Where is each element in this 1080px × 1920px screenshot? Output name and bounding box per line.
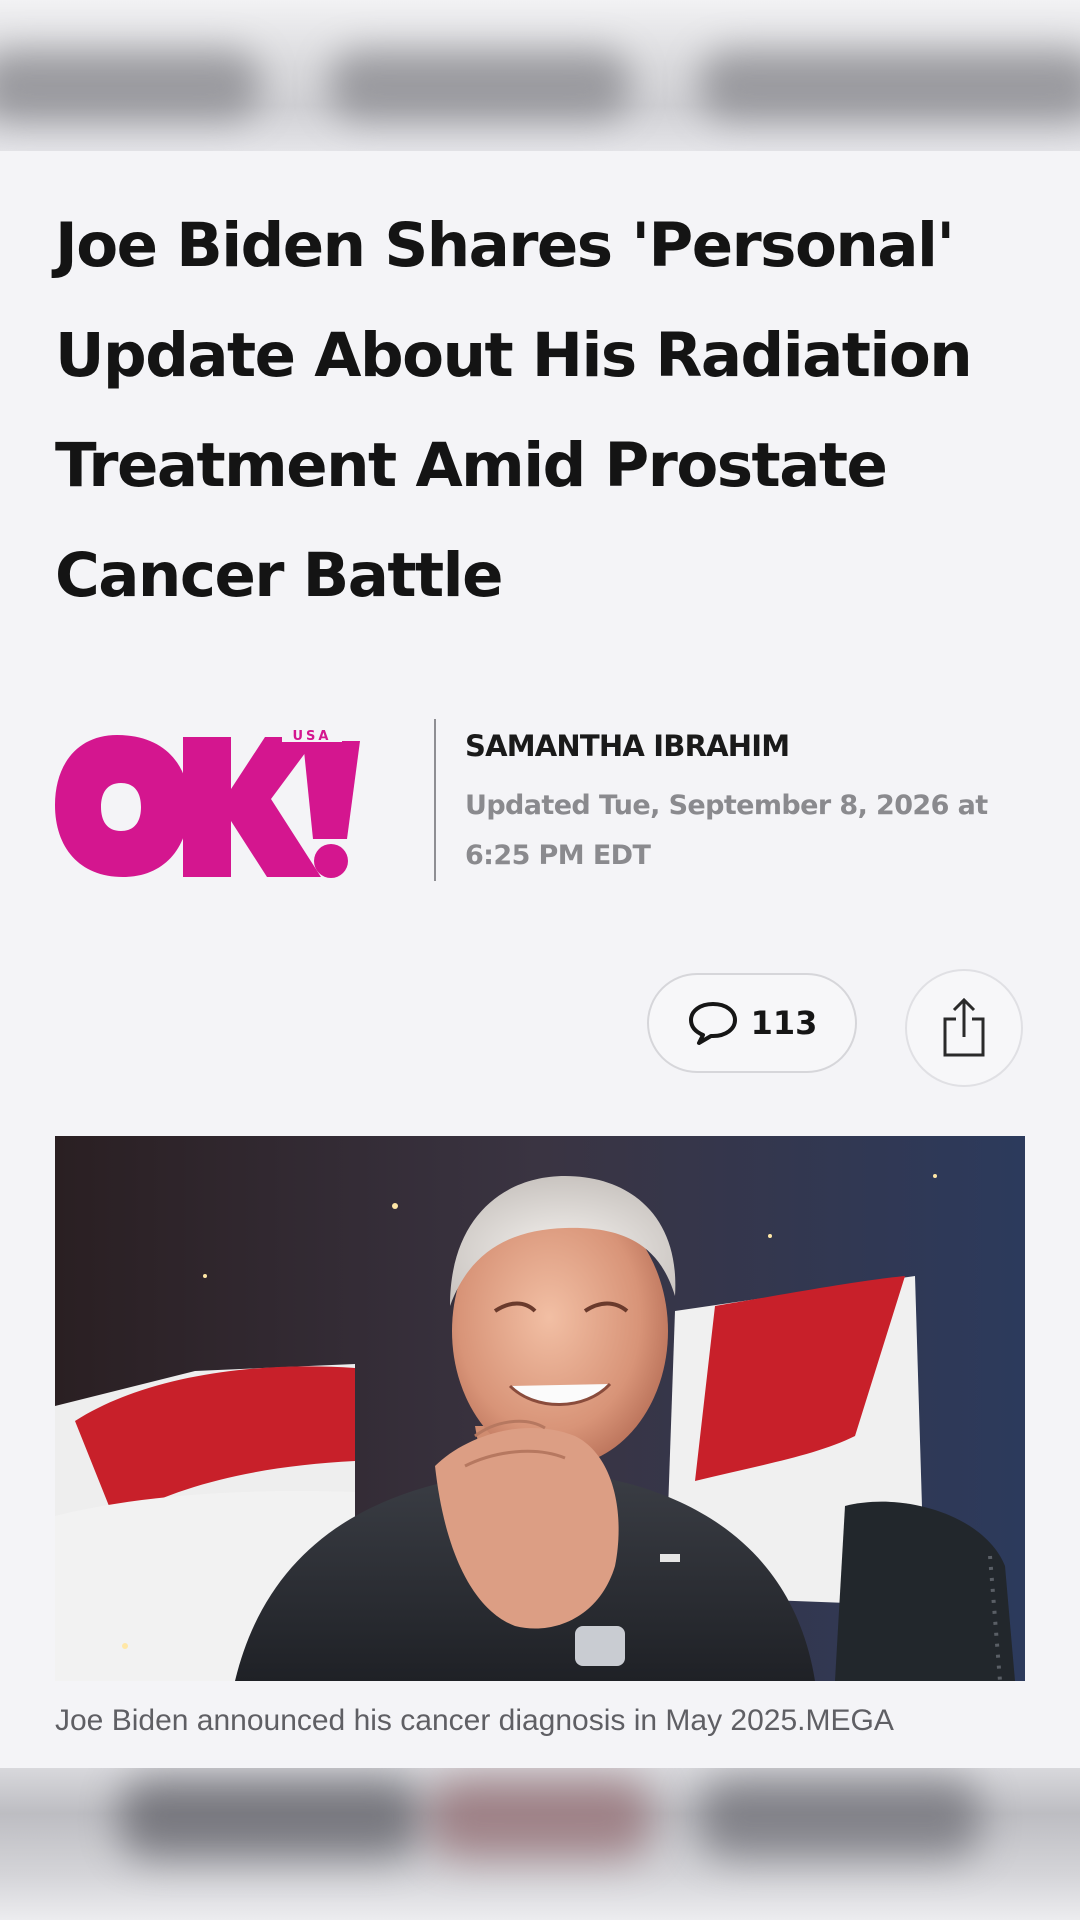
photo-caption: Joe Biden announced his cancer diagnosis… [55,1704,894,1737]
speech-bubble-icon [688,1002,737,1045]
article-photo [55,1136,1025,1681]
ok-usa-logo: USA [55,728,360,878]
blurred-footer-strip [0,1768,1080,1920]
share-button[interactable] [905,969,1023,1087]
blurred-header-strip [0,0,1080,151]
author-name[interactable]: SAMANTHA IBRAHIM [465,729,790,763]
logo-usa-label: USA [293,729,332,744]
updated-timestamp: Updated Tue, September 8, 2026 at 6:25 P… [465,790,988,871]
comment-count: 113 [750,1004,818,1042]
article-card: Joe Biden Shares 'Personal' Update About… [0,151,1080,1768]
byline-divider [434,719,436,881]
article-headline: Joe Biden Shares 'Personal' Update About… [55,210,973,611]
comments-button[interactable]: 113 [647,973,857,1073]
share-icon [943,997,985,1057]
